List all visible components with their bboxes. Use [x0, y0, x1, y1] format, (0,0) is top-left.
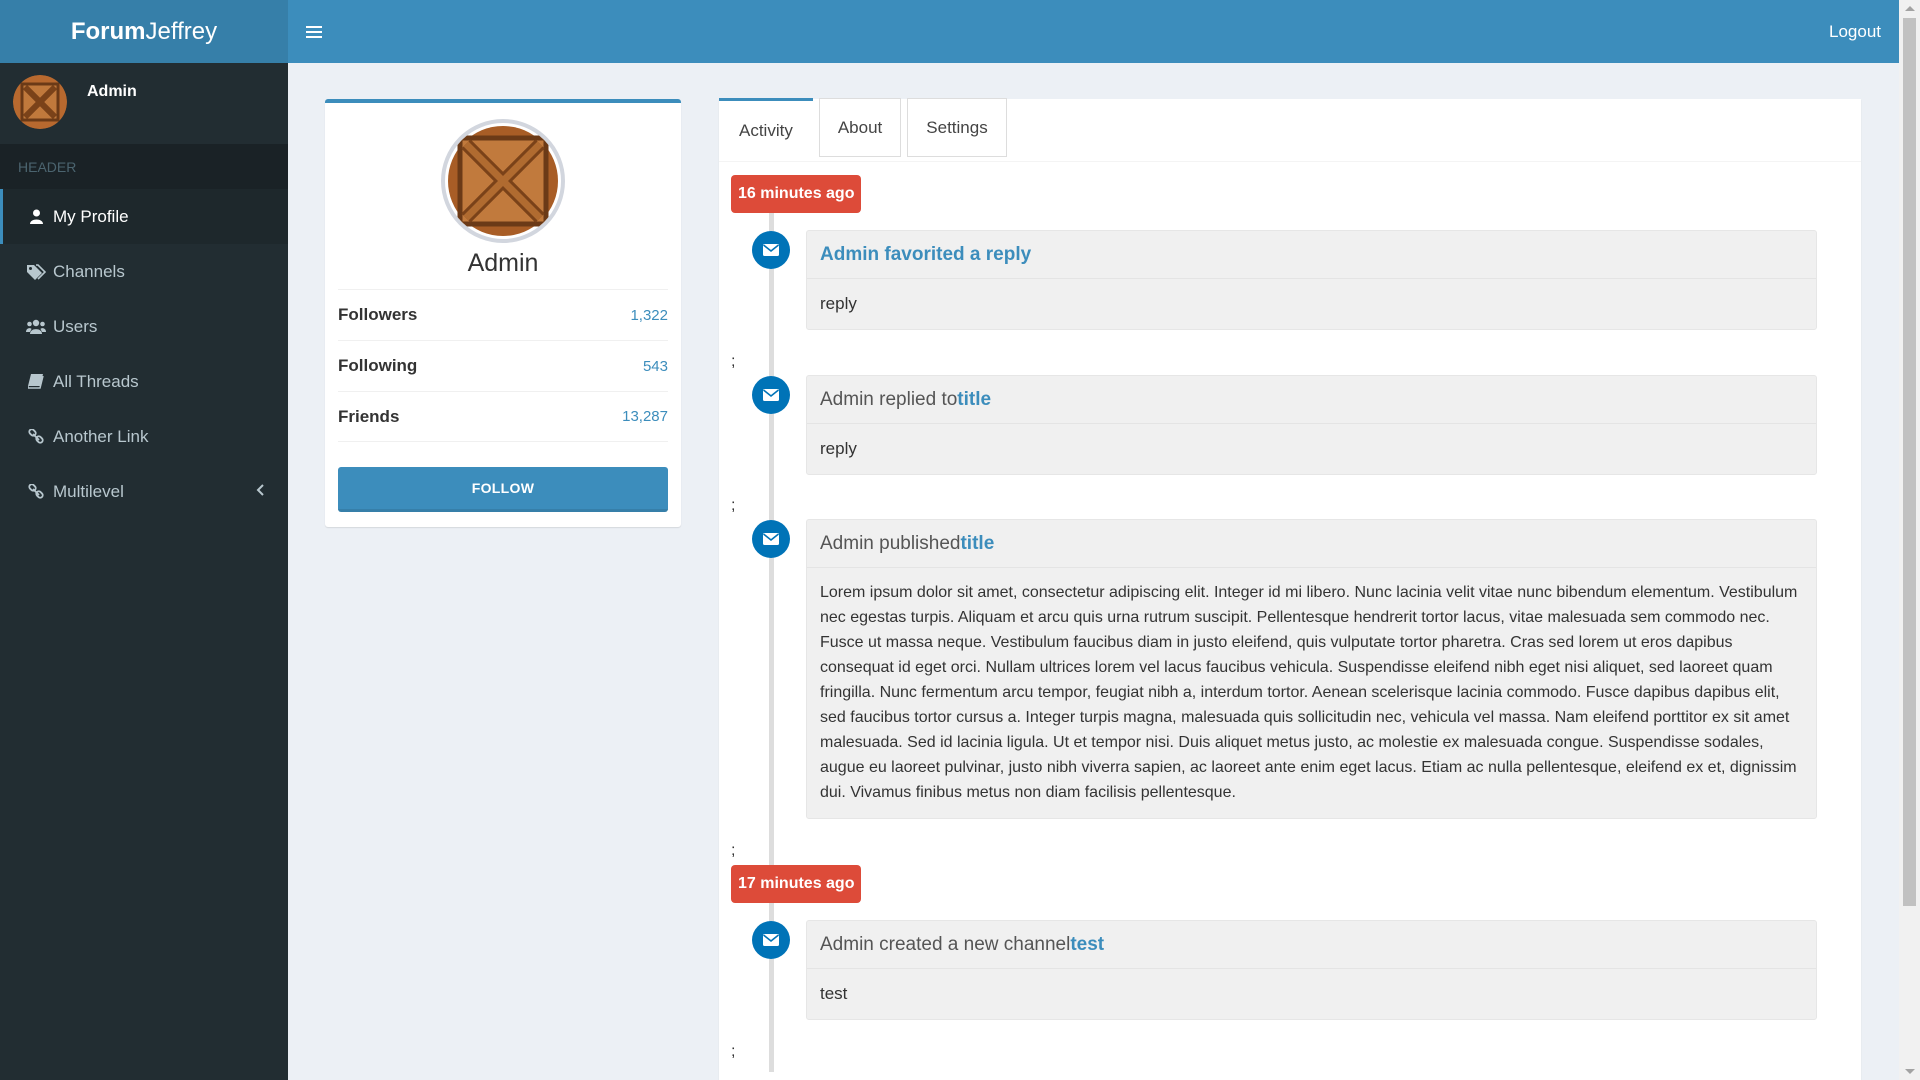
scroll-down-arrow-icon[interactable] — [1905, 1069, 1915, 1074]
timeline-item: Admin replied to title reply — [806, 375, 1817, 475]
separator-text: ; — [731, 497, 736, 514]
crate-avatar-icon — [448, 126, 558, 236]
sidebar-item-label: My Profile — [53, 206, 129, 226]
link-icon — [24, 483, 48, 501]
crate-avatar-icon — [13, 75, 67, 129]
timeline-item-body: reply — [820, 439, 857, 458]
envelope-icon — [752, 231, 790, 269]
sidebar-toggle-button[interactable] — [288, 0, 340, 63]
sidebar-item-my-profile[interactable]: My Profile — [0, 189, 288, 244]
timeline-item-header: Admin favorited a reply — [807, 231, 1816, 279]
time-label: 17 minutes ago — [731, 865, 862, 903]
timeline-item-body: Lorem ipsum dolor sit amet, consectetur … — [820, 584, 1798, 801]
scrollbar-thumb[interactable] — [1903, 18, 1916, 906]
timeline-item-link[interactable]: Admin favorited a reply — [820, 244, 1031, 266]
stat-label: Followers — [338, 305, 418, 324]
profile-avatar — [441, 119, 565, 243]
sidebar-item-label: Channels — [53, 261, 125, 281]
timeline-item-prefix: Admin published — [820, 532, 961, 554]
time-label: 16 minutes ago — [731, 175, 862, 213]
profile-username: Admin — [467, 249, 539, 277]
tab-settings[interactable]: Settings — [907, 98, 1007, 157]
timeline-item-body: reply — [820, 294, 857, 313]
profile-tabs: Activity About Settings — [719, 98, 1861, 162]
envelope-icon — [752, 376, 790, 414]
sidebar-item-label: Users — [53, 316, 98, 336]
timeline-item-link[interactable]: title — [960, 533, 994, 555]
timeline-item-link[interactable]: title — [957, 389, 991, 411]
stat-value[interactable]: 1,322 — [630, 307, 668, 324]
stat-label: Friends — [338, 406, 400, 426]
stat-value[interactable]: 13,287 — [622, 408, 668, 425]
sidebar-item-multilevel[interactable]: Multilevel — [0, 464, 288, 519]
separator-text: ; — [731, 353, 736, 370]
tags-icon — [24, 263, 48, 281]
logout-link[interactable]: Logout — [1829, 22, 1881, 42]
user-avatar — [13, 75, 67, 129]
stat-label: Following — [338, 356, 418, 375]
timeline-item-header: Admin created a new channel test — [807, 921, 1816, 969]
sidebar-user-name: Admin — [87, 83, 137, 100]
timeline-item-link[interactable]: test — [1070, 934, 1104, 956]
user-icon — [24, 208, 48, 226]
stat-following: Following 543 — [338, 340, 668, 391]
tab-activity[interactable]: Activity — [719, 98, 813, 161]
sidebar-item-another-link[interactable]: Another Link — [0, 409, 288, 464]
separator-text: ; — [731, 842, 736, 859]
stat-followers: Followers 1,322 — [338, 289, 668, 340]
timeline-item: Admin favorited a reply reply — [806, 230, 1817, 330]
sidebar-header: HEADER — [0, 144, 288, 189]
sidebar-item-label: Multilevel — [53, 481, 124, 501]
stat-value[interactable]: 543 — [643, 358, 668, 375]
logo-light-text: Jeffrey — [145, 17, 218, 45]
profile-card: Admin Followers 1,322 Following 543 Frie… — [325, 99, 681, 527]
sidebar-item-label: All Threads — [53, 371, 139, 391]
timeline-item-header: Admin published title — [807, 520, 1816, 568]
scroll-up-arrow-icon[interactable] — [1905, 6, 1915, 11]
book-icon — [24, 373, 48, 391]
timeline-item: Admin created a new channel test test — [806, 920, 1817, 1020]
profile-stats-list: Followers 1,322 Following 543 Friends 13… — [338, 289, 668, 442]
timeline-item-body: test — [820, 984, 848, 1003]
hamburger-icon — [306, 30, 322, 33]
separator-text: ; — [731, 1043, 736, 1060]
sidebar-item-users[interactable]: Users — [0, 299, 288, 354]
chevron-left-icon — [256, 483, 264, 501]
logo-bold-text: Forum — [70, 17, 146, 45]
envelope-icon — [752, 921, 790, 959]
top-navbar: Forum Jeffrey Logout — [0, 0, 1899, 63]
timeline-item: Admin published title Lorem ipsum dolor … — [806, 519, 1817, 819]
stat-friends: Friends 13,287 — [338, 391, 668, 442]
timeline-item-prefix: Admin replied to — [820, 388, 958, 410]
link-icon — [24, 428, 48, 446]
sidebar-item-channels[interactable]: Channels — [0, 244, 288, 299]
follow-button[interactable]: FOLLOW — [338, 467, 668, 512]
app-logo[interactable]: Forum Jeffrey — [0, 0, 288, 63]
user-panel: Admin — [0, 63, 288, 144]
sidebar: Admin HEADER My Profile Channels Users A… — [0, 63, 288, 1080]
envelope-icon — [752, 520, 790, 558]
tab-about[interactable]: About — [818, 98, 902, 157]
page-scrollbar[interactable] — [1899, 0, 1920, 1080]
sidebar-item-all-threads[interactable]: All Threads — [0, 354, 288, 409]
users-icon — [24, 318, 48, 336]
activity-panel: Activity About Settings 16 minutes ago A… — [719, 98, 1861, 1080]
timeline-item-prefix: Admin created a new channel — [820, 933, 1071, 955]
sidebar-item-label: Another Link — [53, 426, 149, 446]
timeline-item-header: Admin replied to title — [807, 376, 1816, 424]
